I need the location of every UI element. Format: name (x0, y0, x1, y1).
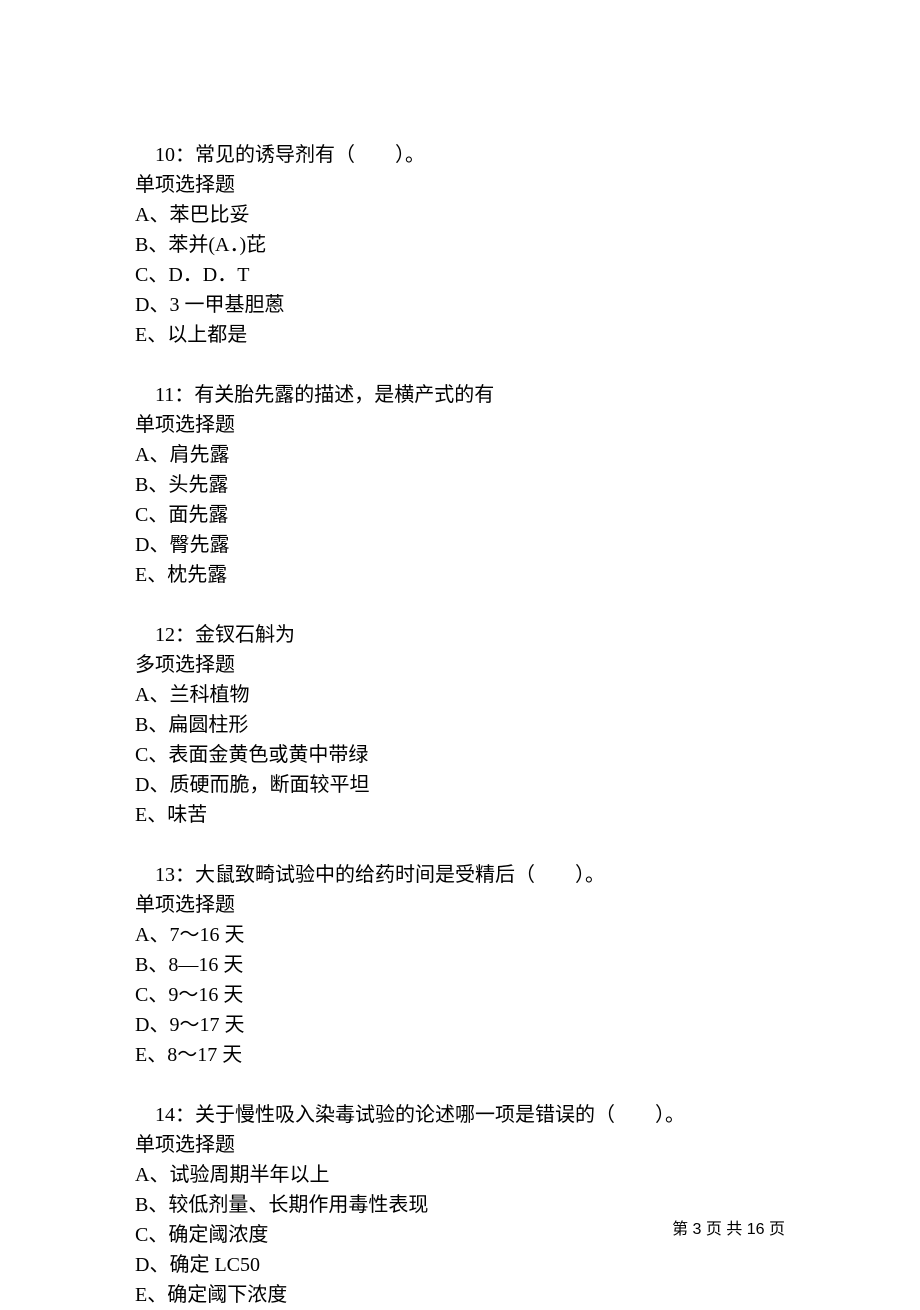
option: B、扁圆柱形 (135, 710, 785, 740)
question-title: 14：关于慢性吸入染毒试验的论述哪一项是错误的（ ）。 (135, 1100, 785, 1130)
question-type: 单项选择题 (135, 890, 785, 920)
option: E、枕先露 (135, 560, 785, 590)
question-block: 14：关于慢性吸入染毒试验的论述哪一项是错误的（ ）。 单项选择题 A、试验周期… (135, 1100, 785, 1310)
option: C、表面金黄色或黄中带绿 (135, 740, 785, 770)
question-title: 10：常见的诱导剂有（ ）。 (135, 140, 785, 170)
question-type: 多项选择题 (135, 650, 785, 680)
document-content: 10：常见的诱导剂有（ ）。 单项选择题 A、苯巴比妥 B、苯并(A．)芘 C、… (0, 0, 920, 1310)
option: B、头先露 (135, 470, 785, 500)
option: A、试验周期半年以上 (135, 1160, 785, 1190)
option: D、确定 LC50 (135, 1250, 785, 1280)
option: D、臀先露 (135, 530, 785, 560)
option: C、9～16 天 (135, 980, 785, 1010)
option: A、肩先露 (135, 440, 785, 470)
option: E、以上都是 (135, 320, 785, 350)
option: A、兰科植物 (135, 680, 785, 710)
option: B、苯并(A．)芘 (135, 230, 785, 260)
question-block: 10：常见的诱导剂有（ ）。 单项选择题 A、苯巴比妥 B、苯并(A．)芘 C、… (135, 140, 785, 350)
option: C、面先露 (135, 500, 785, 530)
question-type: 单项选择题 (135, 170, 785, 200)
option: C、D．D．T (135, 260, 785, 290)
question-title: 13：大鼠致畸试验中的给药时间是受精后（ ）。 (135, 860, 785, 890)
option: A、苯巴比妥 (135, 200, 785, 230)
question-block: 12：金钗石斛为 多项选择题 A、兰科植物 B、扁圆柱形 C、表面金黄色或黄中带… (135, 620, 785, 830)
question-type: 单项选择题 (135, 1130, 785, 1160)
option: D、质硬而脆，断面较平坦 (135, 770, 785, 800)
option: B、较低剂量、长期作用毒性表现 (135, 1190, 785, 1220)
option: E、味苦 (135, 800, 785, 830)
option: D、3 一甲基胆蒽 (135, 290, 785, 320)
question-block: 11：有关胎先露的描述，是横产式的有 单项选择题 A、肩先露 B、头先露 C、面… (135, 380, 785, 590)
question-type: 单项选择题 (135, 410, 785, 440)
question-title: 12：金钗石斛为 (135, 620, 785, 650)
question-title: 11：有关胎先露的描述，是横产式的有 (135, 380, 785, 410)
page-footer: 第 3 页 共 16 页 (672, 1218, 785, 1242)
option: D、9～17 天 (135, 1010, 785, 1040)
option: A、7～16 天 (135, 920, 785, 950)
option: B、8—16 天 (135, 950, 785, 980)
option: E、8～17 天 (135, 1040, 785, 1070)
question-block: 13：大鼠致畸试验中的给药时间是受精后（ ）。 单项选择题 A、7～16 天 B… (135, 860, 785, 1070)
option: E、确定阈下浓度 (135, 1280, 785, 1310)
